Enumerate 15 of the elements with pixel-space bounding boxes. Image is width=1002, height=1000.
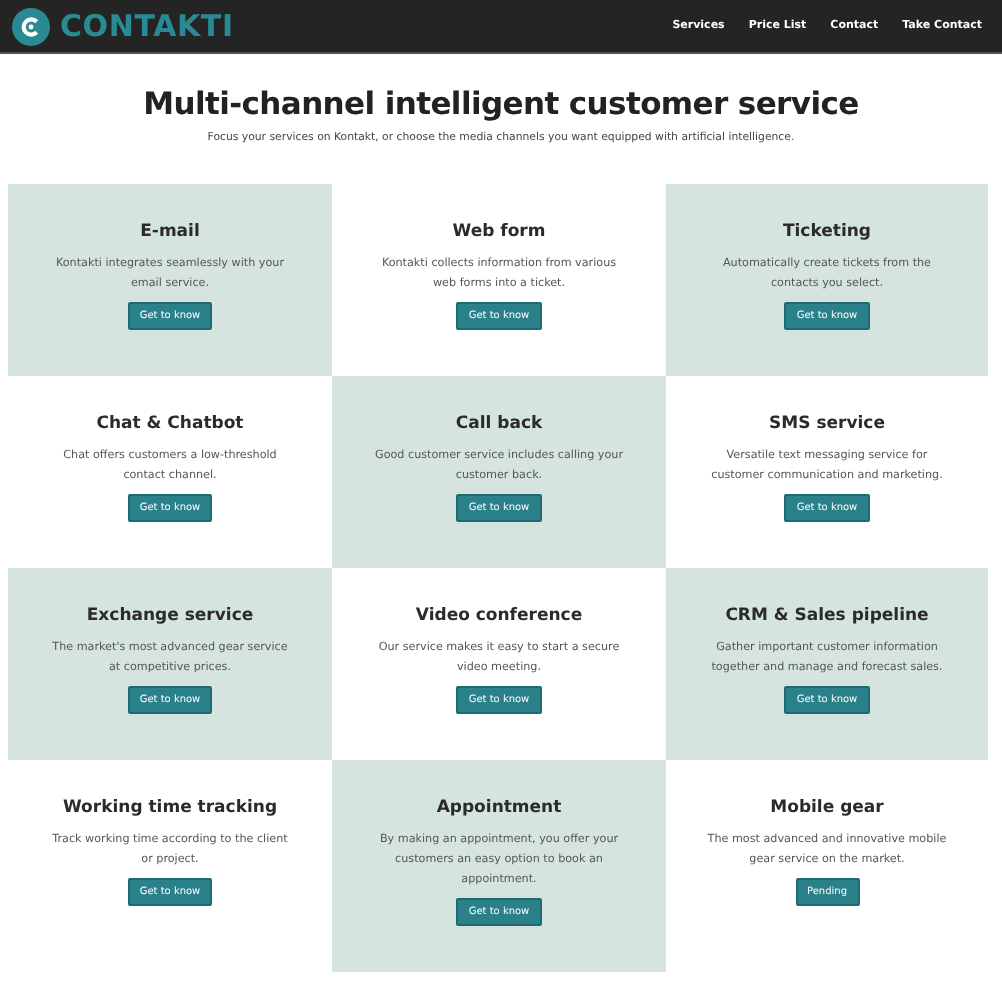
card-title: Web form (452, 222, 546, 242)
card-title: SMS service (769, 414, 885, 434)
page-heading: Multi-channel intelligent customer service (141, 86, 861, 122)
card-title: Chat & Chatbot (96, 414, 244, 434)
logo-icon (12, 7, 50, 45)
card-title: E-mail (140, 222, 200, 242)
card-title: Exchange service (86, 606, 254, 626)
card-title: Video conference (415, 606, 583, 626)
card-title: Working time tracking (62, 798, 278, 818)
card-title: Mobile gear (770, 798, 884, 818)
logo-text[interactable]: CONTAKTI (60, 8, 234, 44)
card-title: Ticketing (782, 222, 872, 242)
card-title: Appointment (436, 798, 562, 818)
card-title: Call back (455, 414, 543, 434)
card-title: CRM & Sales pipeline (725, 606, 929, 626)
